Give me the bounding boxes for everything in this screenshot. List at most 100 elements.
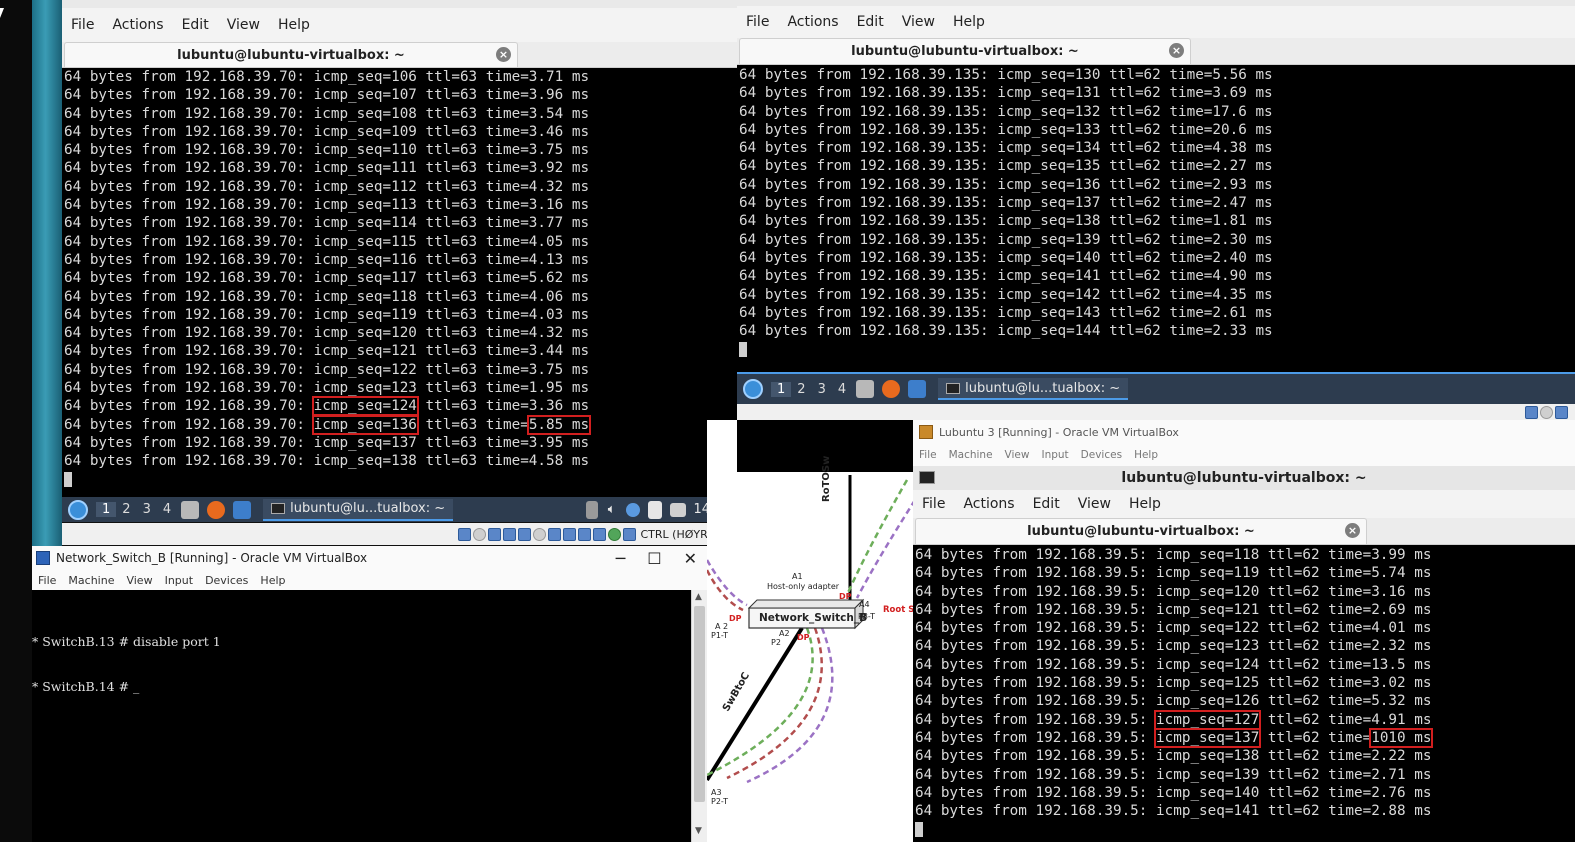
menu-file[interactable]: File (737, 14, 778, 30)
window-titlebar[interactable]: lubuntu@lubuntu-virtualbox: ~ (913, 466, 1575, 490)
highlight-time: 5.85 ms (526, 414, 592, 435)
cpu-icon[interactable] (577, 527, 591, 541)
menu-view[interactable]: View (120, 574, 158, 587)
menu-help[interactable]: Help (944, 14, 994, 30)
lock-icon[interactable] (585, 500, 598, 519)
menu-view[interactable]: View (893, 14, 944, 30)
terminal-tab[interactable]: lubuntu@lubuntu-virtualbox: ~ × (739, 38, 1191, 64)
menu-actions[interactable]: Actions (778, 14, 847, 30)
menu-help[interactable]: Help (1128, 449, 1164, 461)
menu-file[interactable]: File (913, 496, 954, 512)
workspace-2[interactable]: 2 (116, 502, 136, 517)
terminal-app-icon (919, 471, 935, 484)
volume-icon[interactable]: 🔈︎ (608, 502, 616, 517)
display-icon[interactable] (547, 527, 561, 541)
menu-file[interactable]: File (62, 17, 103, 33)
console-scrollbar[interactable]: ▲ ▼ (691, 590, 707, 842)
scrollbar-thumb[interactable] (694, 606, 705, 802)
menu-view[interactable]: View (1069, 496, 1120, 512)
terminal-line: 64 bytes from 192.168.39.5: icmp_seq=140… (915, 784, 1432, 801)
firefox-icon[interactable] (882, 380, 901, 398)
close-tab-icon[interactable]: × (1345, 523, 1360, 538)
close-tab-icon[interactable]: × (496, 47, 511, 62)
workspace-1[interactable]: 1 (771, 381, 792, 397)
window-titlebar[interactable] (62, 0, 737, 8)
menu-edit[interactable]: Edit (848, 14, 893, 30)
menu-machine[interactable]: Machine (943, 449, 999, 461)
scroll-down-icon[interactable]: ▼ (695, 826, 702, 836)
menu-file[interactable]: File (913, 449, 943, 461)
optical-drive-icon[interactable] (472, 527, 486, 541)
network-icon[interactable] (625, 502, 640, 517)
firefox-icon[interactable] (207, 500, 226, 519)
workspace-3[interactable]: 3 (137, 502, 157, 517)
workspace-4[interactable]: 4 (832, 382, 852, 397)
menu-view[interactable]: View (218, 17, 269, 33)
file-manager-icon[interactable] (856, 380, 875, 398)
menu-file[interactable]: File (32, 574, 62, 587)
maximize-icon[interactable]: ☐ (647, 549, 661, 568)
menu-devices[interactable]: Devices (199, 574, 254, 587)
menu-view[interactable]: View (999, 449, 1036, 461)
hdd-icon[interactable] (1525, 405, 1538, 419)
lubuntu-menu-icon[interactable] (68, 499, 88, 520)
host-key-icon[interactable] (622, 527, 636, 541)
terminal-line: 64 bytes from 192.168.39.5: icmp_seq=125… (915, 675, 1432, 692)
taskbar-task-terminal[interactable]: lubuntu@lu...tualbox: ~ (938, 378, 1129, 400)
menu-machine[interactable]: Machine (62, 574, 120, 587)
hdd-icon[interactable] (457, 527, 471, 541)
audio-icon[interactable] (487, 527, 501, 541)
tab-label: lubuntu@lubuntu-virtualbox: ~ (851, 44, 1079, 59)
menu-input[interactable]: Input (1035, 449, 1074, 461)
close-tab-icon[interactable]: × (1169, 43, 1184, 58)
terminal-output[interactable]: 64 bytes from 192.168.39.70: icmp_seq=10… (62, 68, 737, 493)
terminal-line: 64 bytes from 192.168.39.70: icmp_seq=11… (64, 160, 590, 177)
terminal-line: 64 bytes from 192.168.39.70: icmp_seq=11… (64, 215, 590, 232)
switch-console[interactable]: * SwitchB.13 # disable port 1 * SwitchB.… (32, 590, 691, 842)
desktop-left-edge (0, 0, 32, 842)
menu-help[interactable]: Help (269, 17, 319, 33)
close-icon[interactable]: ✕ (684, 549, 697, 568)
file-manager-icon[interactable] (181, 500, 200, 519)
terminal-tab[interactable]: lubuntu@lubuntu-virtualbox: ~ × (64, 42, 518, 67)
menu-edit[interactable]: Edit (173, 17, 218, 33)
workspace-2[interactable]: 2 (791, 382, 811, 397)
terminal-line: 64 bytes from 192.168.39.5: icmp_seq=127… (915, 709, 1432, 730)
terminal-output[interactable]: 64 bytes from 192.168.39.5: icmp_seq=118… (913, 546, 1575, 842)
keyboard-icon[interactable] (607, 527, 621, 541)
port-label-p3t: P3-T (858, 612, 875, 621)
menu-actions[interactable]: Actions (103, 17, 172, 33)
scroll-up-icon[interactable]: ▲ (695, 592, 702, 602)
workspace-3[interactable]: 3 (812, 382, 832, 397)
mouse-integration-icon[interactable] (592, 527, 606, 541)
terminal-icon[interactable] (233, 500, 252, 519)
workspace-1[interactable]: 1 (96, 502, 117, 517)
menu-edit[interactable]: Edit (1024, 496, 1069, 512)
lubuntu-menu-icon[interactable] (743, 379, 763, 399)
terminal-tab[interactable]: lubuntu@lubuntu-virtualbox: ~ × (915, 518, 1367, 544)
terminal-icon[interactable] (908, 380, 927, 398)
clipboard-icon[interactable] (647, 500, 662, 519)
window-titlebar[interactable]: Network_Switch_B [Running] - Oracle VM V… (32, 546, 707, 570)
window-titlebar[interactable]: Lubuntu 3 [Running] - Oracle VM VirtualB… (913, 420, 1575, 444)
taskbar-task-terminal[interactable]: lubuntu@lu...tualbox: ~ (263, 498, 454, 521)
menu-actions[interactable]: Actions (954, 496, 1023, 512)
usb-icon[interactable] (517, 527, 531, 541)
menu-devices[interactable]: Devices (1075, 449, 1128, 461)
workspace-4[interactable]: 4 (157, 502, 177, 517)
vbox-lubuntu3-window: Lubuntu 3 [Running] - Oracle VM VirtualB… (913, 420, 1575, 842)
terminal-window-b: File Actions Edit View Help lubuntu@lubu… (737, 0, 1575, 372)
optical-drive-icon[interactable] (1540, 405, 1553, 419)
audio-icon[interactable] (1555, 405, 1568, 419)
terminal-line: 64 bytes from 192.168.39.135: icmp_seq=1… (739, 323, 1273, 340)
minimize-icon[interactable]: ─ (616, 549, 626, 568)
monitor-icon[interactable] (669, 502, 686, 517)
terminal-line: 64 bytes from 192.168.39.135: icmp_seq=1… (739, 121, 1273, 138)
network-adapter-icon[interactable] (502, 527, 516, 541)
menu-help[interactable]: Help (1120, 496, 1170, 512)
menu-input[interactable]: Input (159, 574, 199, 587)
menu-help[interactable]: Help (254, 574, 291, 587)
terminal-output[interactable]: 64 bytes from 192.168.39.135: icmp_seq=1… (737, 66, 1575, 372)
recording-icon[interactable] (562, 527, 576, 541)
shared-folder-icon[interactable] (532, 527, 546, 541)
